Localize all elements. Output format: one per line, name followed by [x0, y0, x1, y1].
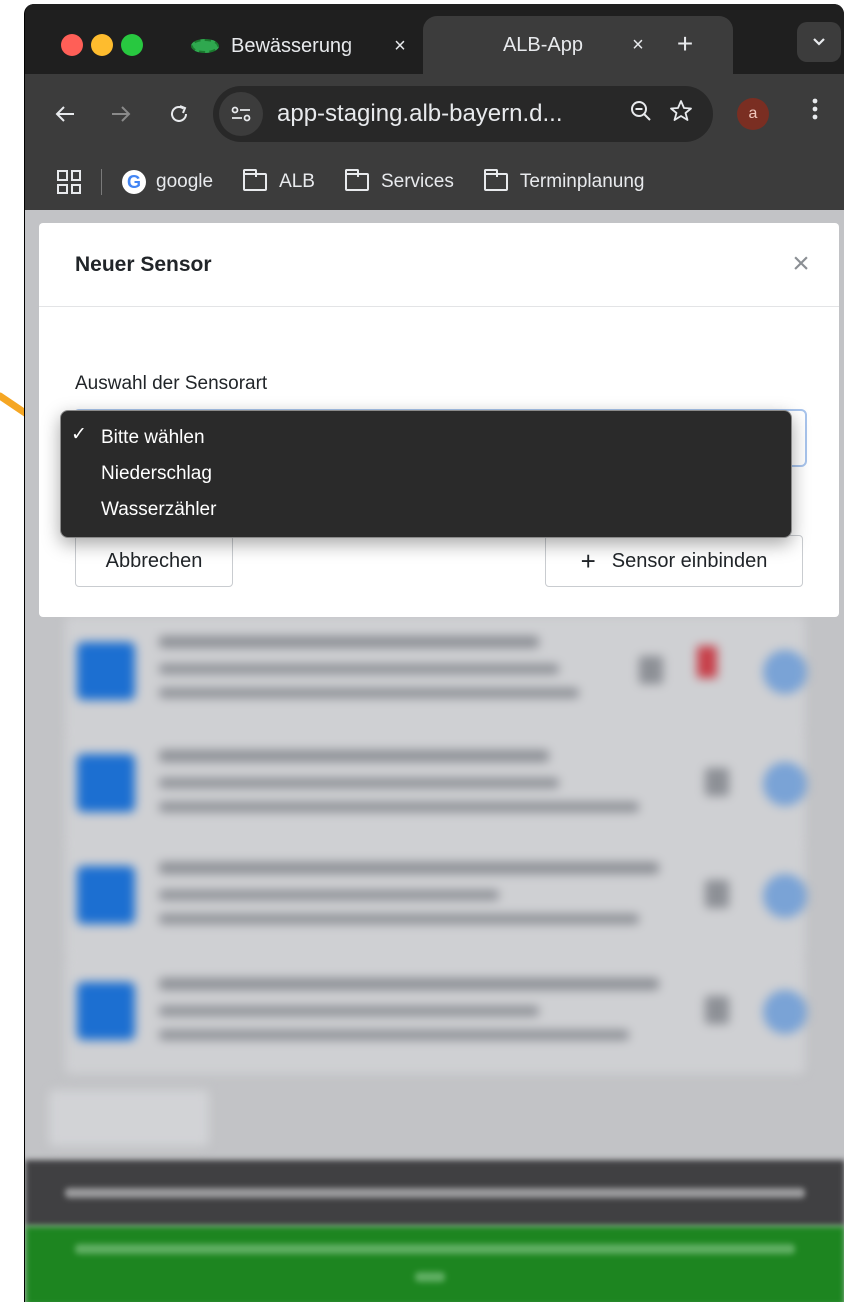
reload-icon — [171, 105, 187, 122]
add-sensor-label: Sensor einbinden — [611, 549, 768, 572]
window-close-button[interactable] — [61, 34, 83, 56]
profile-avatar[interactable]: a — [737, 98, 769, 130]
forward-button[interactable] — [103, 96, 139, 132]
add-sensor-button[interactable]: + Sensor einbinden — [545, 535, 803, 587]
dropdown-option-wasserzaehler[interactable]: Wasserzähler — [101, 495, 216, 525]
list-item — [65, 616, 807, 734]
dropdown-option-bitte-waehlen[interactable]: Bitte wählen — [101, 423, 205, 453]
list-item — [65, 840, 807, 958]
tab-bar: Bewässerung × ALB-App × + — [25, 4, 844, 74]
bookmark-label: google — [156, 171, 214, 192]
new-tab-button[interactable]: + — [667, 28, 703, 60]
window-zoom-button[interactable] — [121, 34, 143, 56]
bookmarks-bar: G google ALB Services Terminplanung — [25, 154, 844, 210]
site-info-icon[interactable] — [219, 92, 263, 136]
tab-bewaesserung[interactable]: Bewässerung × — [185, 18, 415, 74]
browser-window: Bewässerung × ALB-App × + app-staging.al… — [24, 4, 844, 1302]
address-bar[interactable]: app-staging.alb-bayern.d... — [213, 86, 713, 142]
bookmark-label: ALB — [279, 171, 315, 192]
cancel-button[interactable]: Abbrechen — [75, 535, 233, 587]
modal-header: Neuer Sensor — [39, 223, 839, 307]
bookmark-terminplanung[interactable]: Terminplanung — [483, 169, 645, 193]
page-footer-links — [25, 1160, 844, 1226]
tab-close-icon[interactable]: × — [623, 34, 653, 57]
bookmark-label: Services — [380, 171, 454, 192]
chevron-down-icon — [813, 38, 825, 46]
folder-icon — [243, 169, 268, 191]
browser-toolbar: app-staging.alb-bayern.d... a — [25, 74, 844, 154]
zoom-icon[interactable] — [621, 99, 661, 130]
sensor-type-dropdown: ✓ Bitte wählen Niederschlag Wasserzähler — [60, 410, 792, 538]
page-footer-copyright — [25, 1226, 844, 1302]
arrow-right-icon — [112, 106, 131, 122]
sensor-type-label: Auswahl der Sensorart — [75, 373, 268, 394]
checkmark-icon: ✓ — [71, 424, 87, 445]
page-content: Neuer Sensor × Auswahl der Sensorart Abb… — [25, 210, 844, 1302]
bookmarks-separator — [101, 169, 102, 195]
bookmark-google[interactable]: G google — [122, 170, 213, 194]
google-icon: G — [122, 170, 146, 194]
list-item — [65, 956, 807, 1074]
close-icon[interactable]: × — [785, 249, 817, 281]
bookmark-alb[interactable]: ALB — [243, 169, 315, 193]
apps-grid-icon[interactable] — [57, 170, 81, 194]
url-text[interactable]: app-staging.alb-bayern.d... — [277, 100, 621, 128]
folder-icon — [344, 169, 369, 191]
arrow-left-icon — [55, 106, 74, 122]
tab-close-icon[interactable]: × — [385, 35, 415, 58]
reload-button[interactable] — [161, 96, 197, 132]
list-item — [65, 728, 807, 846]
tab-title: ALB-App — [502, 33, 584, 56]
tab-title: Bewässerung — [231, 34, 353, 57]
bookmark-star-icon[interactable] — [661, 99, 701, 130]
screenshot-frame: Bewässerung × ALB-App × + app-staging.al… — [0, 0, 844, 1302]
tab-favicon — [191, 39, 219, 53]
back-button[interactable] — [47, 96, 83, 132]
plus-icon: + — [580, 545, 596, 576]
window-minimize-button[interactable] — [91, 34, 113, 56]
dropdown-option-niederschlag[interactable]: Niederschlag — [101, 459, 212, 489]
blurred-button — [49, 1090, 209, 1146]
tab-search-button[interactable] — [797, 22, 841, 62]
bookmark-label: Terminplanung — [519, 171, 645, 192]
folder-icon — [483, 169, 508, 191]
kebab-menu-icon[interactable] — [803, 96, 827, 128]
bookmark-services[interactable]: Services — [344, 169, 454, 193]
modal-title: Neuer Sensor — [75, 252, 212, 276]
